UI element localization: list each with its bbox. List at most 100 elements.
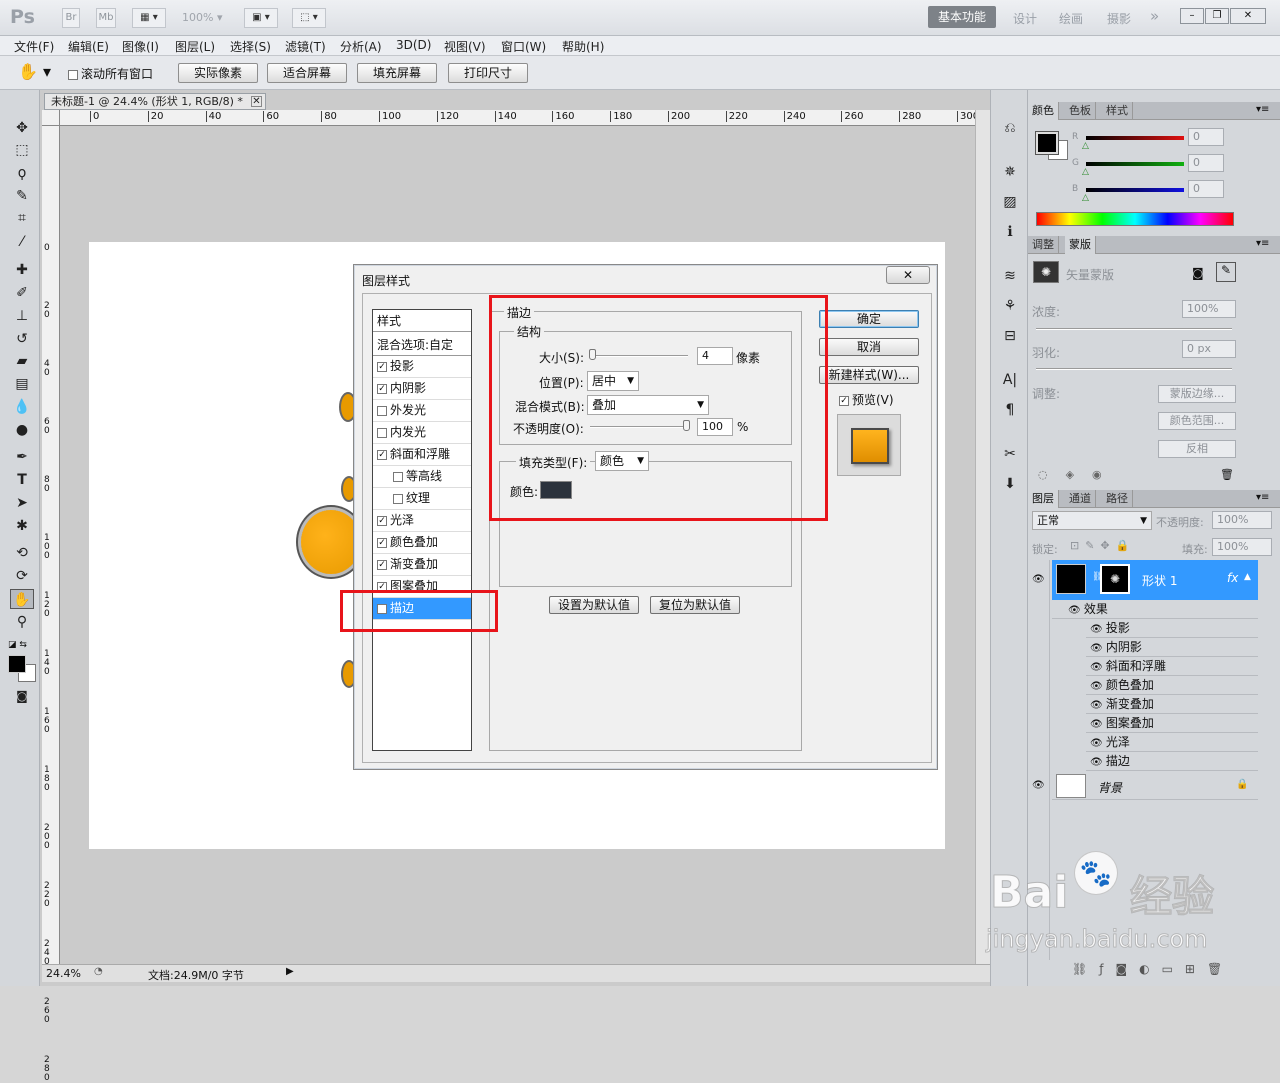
effects-row[interactable]: 👁 效果	[1052, 600, 1258, 619]
make-default-button[interactable]: 设置为默认值	[549, 596, 639, 614]
style-item-8[interactable]: ✓ 颜色叠加	[373, 532, 471, 554]
style-item-0[interactable]: ✓ 投影	[373, 356, 471, 378]
effect-eye-icon[interactable]: 👁	[1090, 753, 1103, 772]
menu-window[interactable]: 窗口(W)	[501, 38, 546, 55]
move-tool-icon[interactable]: ✥	[10, 118, 34, 138]
tab-layers[interactable]: 图层	[1028, 490, 1059, 508]
workspace-painting[interactable]: 绘画	[1059, 10, 1083, 27]
effect-eye-icon[interactable]: 👁	[1090, 620, 1103, 639]
style-checkbox[interactable]: ✓	[377, 537, 387, 548]
style-item-1[interactable]: ✓ 内阴影	[373, 378, 471, 400]
style-checkbox[interactable]: ✓	[377, 559, 387, 570]
histogram-icon[interactable]: ▨	[998, 192, 1022, 212]
layer-shape-1[interactable]: ⛓ ✺ 形状 1 fx ▲	[1052, 560, 1258, 600]
style-item-9[interactable]: ✓ 渐变叠加	[373, 554, 471, 576]
close-window-button[interactable]: ✕	[1230, 8, 1266, 24]
brushes-icon[interactable]: ≋	[998, 266, 1022, 286]
effect-eye-icon[interactable]: 👁	[1090, 715, 1103, 734]
blending-options-item[interactable]: 混合选项:自定	[373, 334, 471, 356]
tab-paths[interactable]: 路径	[1102, 490, 1133, 508]
quick-mask-icon[interactable]: ◙	[10, 686, 34, 706]
close-document-icon[interactable]: ✕	[251, 96, 262, 107]
clone-source-icon[interactable]: ⚘	[998, 296, 1022, 316]
ok-button[interactable]: 确定	[819, 310, 919, 328]
arrange-documents-icon[interactable]: ▣ ▾	[244, 8, 278, 28]
workspace-essentials[interactable]: 基本功能	[928, 6, 996, 28]
ruler-origin[interactable]	[42, 110, 60, 126]
tab-masks[interactable]: 蒙版	[1065, 236, 1096, 254]
status-icon[interactable]: ◔	[94, 966, 103, 977]
fill-screen-button[interactable]: 填充屏幕	[357, 63, 437, 83]
effect-eye-icon[interactable]: 👁	[1090, 639, 1103, 658]
style-checkbox[interactable]: ✓	[377, 515, 387, 526]
channel-value[interactable]: 0	[1188, 180, 1224, 198]
layer-visibility-eye-icon[interactable]: 👁	[1032, 574, 1045, 585]
effect-row[interactable]: 👁 描边	[1086, 752, 1258, 771]
lock-icons[interactable]: ⊡✎✥🔒	[1070, 539, 1135, 552]
lasso-tool-icon[interactable]: ϙ	[10, 163, 34, 183]
tool-presets-icon[interactable]: ✂	[998, 444, 1022, 464]
style-checkbox[interactable]: ✓	[377, 361, 387, 372]
color-fg-swatch[interactable]	[1035, 131, 1059, 155]
select-vector-mask-icon[interactable]: ✎	[1216, 262, 1236, 282]
effect-row[interactable]: 👁 渐变叠加	[1086, 695, 1258, 714]
history-icon[interactable]: ⎌	[998, 118, 1022, 138]
style-item-3[interactable]: 内发光	[373, 422, 471, 444]
style-checkbox[interactable]	[377, 405, 387, 416]
history-brush-icon[interactable]: ↺	[10, 329, 34, 349]
hand-tool-icon[interactable]: ✋	[10, 589, 34, 609]
fill-input[interactable]: 100%	[1212, 538, 1272, 556]
style-item-4[interactable]: ✓ 斜面和浮雕	[373, 444, 471, 466]
effect-row[interactable]: 👁 光泽	[1086, 733, 1258, 752]
style-checkbox[interactable]	[377, 427, 387, 438]
workspace-design[interactable]: 设计	[1013, 10, 1037, 27]
character-icon[interactable]: A|	[998, 370, 1022, 390]
menu-view[interactable]: 视图(V)	[444, 38, 486, 55]
menu-select[interactable]: 选择(S)	[230, 38, 271, 55]
tab-swatches[interactable]: 色板	[1065, 102, 1096, 120]
gradient-tool-icon[interactable]: ▤	[10, 374, 34, 394]
mask-edge-button[interactable]: 蒙版边缘...	[1158, 385, 1236, 403]
background-layer-name[interactable]: 背景	[1098, 779, 1122, 796]
effect-row[interactable]: 👁 颜色叠加	[1086, 676, 1258, 695]
foreground-color-swatch[interactable]	[8, 655, 26, 673]
zoom-tool-icon[interactable]: ⚲	[10, 612, 34, 632]
style-checkbox[interactable]	[393, 471, 403, 482]
crop-tool-icon[interactable]: ⌗	[10, 208, 34, 228]
channel-value[interactable]: 0	[1188, 128, 1224, 146]
reset-default-button[interactable]: 复位为默认值	[650, 596, 740, 614]
status-menu-arrow-icon[interactable]: ▶	[286, 966, 294, 977]
menu-analysis[interactable]: 分析(A)	[340, 38, 382, 55]
marquee-tool-icon[interactable]: ⬚	[10, 140, 34, 160]
type-tool-icon[interactable]: T	[10, 470, 34, 490]
tab-adjustments[interactable]: 调整	[1028, 236, 1059, 254]
effect-row[interactable]: 👁 内阴影	[1086, 638, 1258, 657]
panel-menu-icon[interactable]: ▾≡	[1256, 104, 1269, 115]
channel-thumb-icon[interactable]: △	[1082, 167, 1089, 177]
3d-rotate-icon[interactable]: ⟲	[10, 543, 34, 563]
style-item-5[interactable]: 等高线	[373, 466, 471, 488]
tab-color[interactable]: 颜色	[1028, 102, 1059, 120]
mini-bridge-button[interactable]: Mb	[96, 8, 116, 28]
workspace-photography[interactable]: 摄影	[1107, 10, 1131, 27]
blur-tool-icon[interactable]: 💧	[10, 397, 34, 417]
density-slider[interactable]	[1036, 328, 1232, 330]
document-tab[interactable]: 未标题-1 @ 24.4% (形状 1, RGB/8) * ✕	[44, 93, 266, 110]
channel-slider[interactable]	[1086, 188, 1184, 192]
effect-eye-icon[interactable]: 👁	[1090, 734, 1103, 753]
delete-mask-icon[interactable]: 🗑	[1220, 468, 1234, 481]
healing-brush-icon[interactable]: ✚	[10, 260, 34, 280]
density-input[interactable]: 100%	[1182, 300, 1236, 318]
style-checkbox[interactable]	[393, 493, 403, 504]
color-range-button[interactable]: 颜色范围...	[1158, 412, 1236, 430]
info-icon[interactable]: ℹ	[998, 222, 1022, 242]
custom-shape-icon[interactable]: ✱	[10, 516, 34, 536]
clone-stamp-icon[interactable]: ⊥	[10, 306, 34, 326]
channel-slider[interactable]	[1086, 162, 1184, 166]
actual-pixels-button[interactable]: 实际像素	[178, 63, 258, 83]
zoom-readout[interactable]: 24.4%	[46, 967, 81, 980]
path-selection-icon[interactable]: ➤	[10, 493, 34, 513]
menu-help[interactable]: 帮助(H)	[562, 38, 604, 55]
fit-screen-button[interactable]: 适合屏幕	[267, 63, 347, 83]
effect-row[interactable]: 👁 斜面和浮雕	[1086, 657, 1258, 676]
